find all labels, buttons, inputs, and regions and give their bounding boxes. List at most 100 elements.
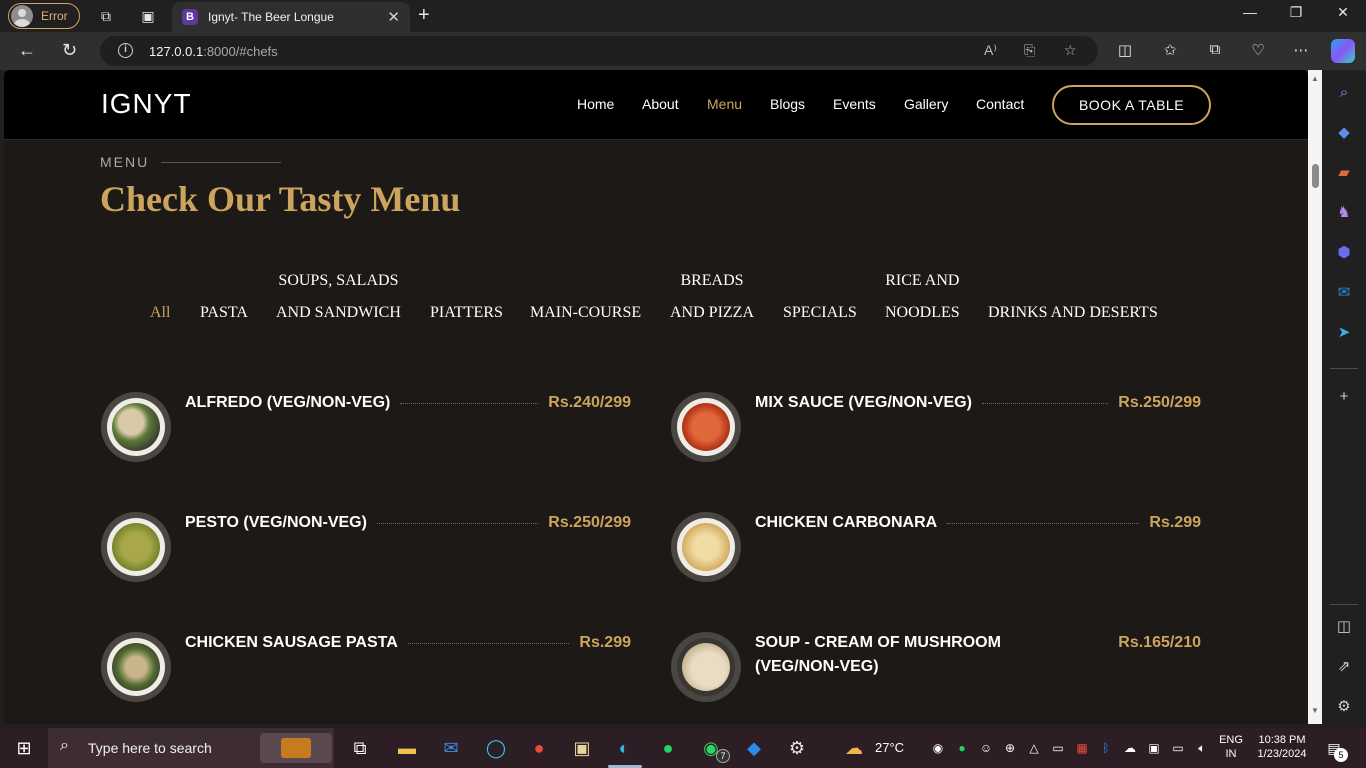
profile-status-label: Error: [41, 9, 68, 23]
shopping-tag-icon[interactable]: ◆: [1334, 122, 1354, 142]
nav-home[interactable]: Home: [577, 96, 614, 112]
filter-line2: SPECIALS: [783, 304, 857, 321]
filter-soups-salads-sandwich[interactable]: SOUPS, SALADS AND SANDWICH: [276, 265, 401, 329]
drive-icon[interactable]: △: [1022, 736, 1046, 760]
search-highlight[interactable]: [260, 733, 332, 763]
task-view-icon[interactable]: ⧉: [348, 736, 372, 760]
language-indicator[interactable]: ENG IN: [1216, 733, 1246, 761]
refresh-icon[interactable]: ↻: [62, 40, 77, 61]
sidebar-settings-icon[interactable]: ⚙: [1334, 696, 1354, 716]
copilot-icon[interactable]: [1331, 39, 1355, 63]
filter-specials[interactable]: SPECIALS: [783, 297, 857, 329]
workspaces-icon[interactable]: ⧉: [96, 6, 116, 26]
alexa-icon[interactable]: ◯: [484, 736, 508, 760]
volume-icon[interactable]: 🔈︎: [1190, 736, 1214, 760]
page-scrollbar[interactable]: ▲ ▼: [1308, 70, 1322, 724]
battery-icon[interactable]: ▭: [1166, 736, 1190, 760]
edge-icon[interactable]: ◐: [612, 736, 636, 760]
filter-all[interactable]: All: [150, 297, 170, 329]
menu-item-image: [671, 632, 741, 702]
restore-icon[interactable]: ❐: [1284, 4, 1308, 21]
nav-contact[interactable]: Contact: [976, 96, 1024, 112]
bluetooth-icon[interactable]: ᛒ: [1094, 736, 1118, 760]
open-external-icon[interactable]: ⇗: [1334, 656, 1354, 676]
settings-gear-icon[interactable]: ⚙: [785, 736, 809, 760]
scroll-up-icon[interactable]: ▲: [1311, 74, 1319, 83]
site-header: IGNYT Home About Menu Blogs Events Galle…: [4, 70, 1308, 140]
close-tab-icon[interactable]: ✕: [387, 8, 400, 26]
settings-more-icon[interactable]: ⋯: [1291, 41, 1311, 59]
filter-rice-noodles[interactable]: RICE AND NOODLES: [885, 265, 960, 329]
menu-item-name: ALFREDO (VEG/NON-VEG): [185, 394, 391, 411]
new-tab-icon[interactable]: +: [418, 4, 430, 27]
tab-actions-icon[interactable]: ▣: [138, 6, 158, 26]
close-window-icon[interactable]: ✕: [1331, 4, 1355, 21]
tray-record-icon[interactable]: ◉: [926, 736, 950, 760]
filter-line2: NOODLES: [885, 304, 960, 321]
read-aloud-icon[interactable]: A⁾: [984, 42, 997, 59]
favorite-star-icon[interactable]: ☆: [1064, 42, 1077, 59]
filter-breads-pizza[interactable]: BREADS AND PIZZA: [670, 265, 754, 329]
file-explorer-icon[interactable]: ▬: [395, 736, 419, 760]
book-a-table-button[interactable]: BOOK A TABLE: [1052, 85, 1211, 125]
discord-icon[interactable]: ☺: [974, 736, 998, 760]
site-logo[interactable]: IGNYT: [101, 88, 192, 120]
nav-events[interactable]: Events: [833, 96, 876, 112]
search-icon[interactable]: ⌕: [1334, 82, 1354, 102]
camera-icon[interactable]: ▣: [1142, 736, 1166, 760]
scrollbar-thumb[interactable]: [1312, 164, 1319, 188]
tools-briefcase-icon[interactable]: ▰: [1334, 162, 1354, 182]
browser-essentials-icon[interactable]: ♡: [1248, 41, 1268, 59]
favorites-icon[interactable]: ✩: [1160, 41, 1180, 59]
nav-menu[interactable]: Menu: [707, 96, 742, 112]
split-screen-icon[interactable]: ◫: [1115, 41, 1135, 59]
filter-pasta[interactable]: PASTA: [200, 265, 248, 329]
address-bar[interactable]: i 127.0.0.1:8000/#chefs A⁾ ⎘ ☆: [100, 36, 1098, 66]
games-icon[interactable]: ♞: [1334, 202, 1354, 222]
site-info-icon[interactable]: i: [118, 43, 133, 58]
plate: [677, 518, 735, 576]
spotify-icon[interactable]: ●: [656, 736, 680, 760]
web-page: IGNYT Home About Menu Blogs Events Galle…: [4, 70, 1308, 724]
display-icon[interactable]: ▭: [1046, 736, 1070, 760]
app-icon[interactable]: ▣: [570, 736, 594, 760]
cloud-offline-icon[interactable]: ☁: [1118, 736, 1142, 760]
chrome-icon[interactable]: ●: [527, 736, 551, 760]
tray-spotify-icon[interactable]: ●: [950, 736, 974, 760]
outlook-icon[interactable]: ✉: [1334, 282, 1354, 302]
menu-item-name: SOUP - CREAM OF MUSHROOM (VEG/NON-VEG): [755, 634, 1001, 675]
drop-icon[interactable]: ➤: [1334, 322, 1354, 342]
add-app-icon[interactable]: +: [1334, 386, 1354, 406]
weather-icon[interactable]: ☁: [842, 736, 866, 760]
menu-item-name: MIX SAUCE (VEG/NON-VEG): [755, 394, 972, 411]
alfredo-photo: [112, 403, 160, 451]
minimize-icon[interactable]: —: [1238, 4, 1262, 20]
nav-about[interactable]: About: [642, 96, 679, 112]
url-text[interactable]: 127.0.0.1:8000/#chefs: [149, 44, 278, 59]
windows-start-icon[interactable]: ⊞: [12, 736, 36, 760]
globe-icon[interactable]: ⊕: [998, 736, 1022, 760]
immersive-reader-icon[interactable]: ⎘: [1024, 42, 1035, 59]
collections-icon[interactable]: ⧉: [1205, 41, 1225, 58]
scroll-down-icon[interactable]: ▼: [1311, 706, 1319, 715]
browser-tab-bar: Error ⧉ ▣ B Ignyt- The Beer Longue ✕ + —…: [0, 0, 1366, 32]
profile-button[interactable]: Error: [8, 3, 80, 29]
vscode-icon[interactable]: ◆: [742, 736, 766, 760]
browser-tab-active[interactable]: B Ignyt- The Beer Longue ✕: [172, 2, 410, 32]
mail-icon[interactable]: ✉: [439, 736, 463, 760]
weather-temp[interactable]: 27°C: [875, 741, 904, 755]
taskbar-search[interactable]: ⌕ Type here to search: [48, 728, 334, 768]
filter-piatters[interactable]: PIATTERS: [430, 297, 503, 329]
back-icon[interactable]: ←: [18, 40, 36, 61]
plate: [107, 518, 165, 576]
filter-main-course[interactable]: MAIN-COURSE: [530, 297, 641, 329]
nav-blogs[interactable]: Blogs: [770, 96, 805, 112]
menu-item-image: [671, 512, 741, 582]
hide-sidebar-icon[interactable]: ◫: [1334, 616, 1354, 636]
section-label-divider: [161, 161, 282, 163]
microsoft-365-icon[interactable]: ⬢: [1334, 242, 1354, 262]
clock[interactable]: 10:38 PM 1/23/2024: [1252, 733, 1312, 761]
security-icon[interactable]: ▦: [1070, 736, 1094, 760]
nav-gallery[interactable]: Gallery: [904, 96, 948, 112]
filter-drinks-deserts[interactable]: DRINKS AND DESERTS: [988, 297, 1158, 329]
